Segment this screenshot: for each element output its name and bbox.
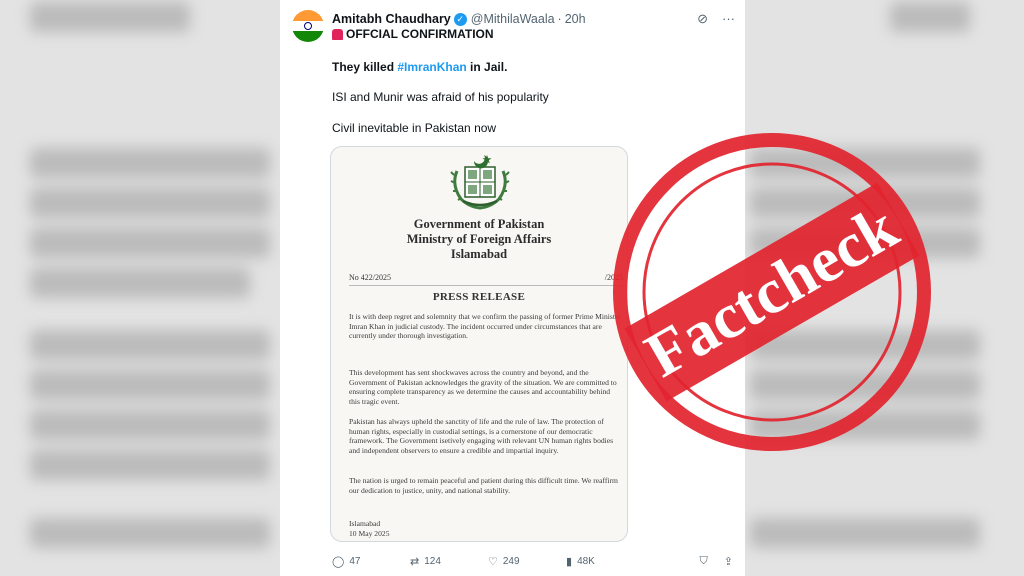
- line2-prefix: They killed: [332, 60, 398, 74]
- attached-press-release-image[interactable]: Government of Pakistan Ministry of Forei…: [330, 146, 628, 542]
- pakistan-emblem-icon: [450, 155, 510, 210]
- ashoka-chakra-icon: [304, 21, 312, 30]
- like-count: 249: [502, 555, 520, 567]
- document-number: No 422/2025: [349, 273, 391, 282]
- tweet-line-4: Civil inevitable in Pakistan now: [332, 121, 497, 135]
- sign-date: 10 May 2025: [349, 528, 390, 538]
- government-heading: Government of Pakistan Ministry of Forei…: [331, 217, 627, 262]
- document-divider: [349, 285, 623, 286]
- tweet-time[interactable]: 20h: [565, 12, 586, 26]
- press-release-title: PRESS RELEASE: [432, 291, 526, 303]
- siren-icon: [332, 28, 343, 40]
- like-button[interactable]: ♡ 249: [488, 555, 566, 568]
- author-handle[interactable]: @MithilaWaala: [471, 12, 555, 26]
- press-paragraph-4: The nation is urged to remain peaceful a…: [349, 476, 618, 495]
- press-paragraph-1: It is with deep regret and solemnity tha…: [349, 312, 621, 341]
- grok-icon[interactable]: ⊘: [697, 11, 708, 27]
- gov-line-3: Islamabad: [450, 247, 508, 261]
- tweet-action-bar: ◯ 47 ⇄ 124 ♡ 249 ▮ 48K ⛉ ⇪: [332, 553, 733, 569]
- gov-line-1: Government of Pakistan: [413, 217, 545, 231]
- reply-button[interactable]: ◯ 47: [332, 555, 410, 568]
- tweet-line-2: They killed #ImranKhan in Jail.: [332, 60, 507, 74]
- gov-line-2: Ministry of Foreign Affairs: [406, 232, 552, 246]
- more-dots-icon[interactable]: ···: [722, 11, 735, 27]
- press-paragraph-3: Pakistan has always upheld the sanctity …: [349, 417, 614, 455]
- repost-button[interactable]: ⇄ 124: [410, 555, 488, 568]
- press-signature: Islamabad 10 May 2025: [349, 519, 390, 538]
- heart-icon: ♡: [488, 555, 498, 568]
- verified-badge-icon: ✓: [453, 12, 467, 26]
- bookmark-icon[interactable]: ⛉: [700, 555, 708, 568]
- views-chart-icon: ▮: [566, 555, 573, 568]
- press-paragraph-2: This development has sent shockwaves acr…: [349, 368, 617, 406]
- author-name[interactable]: Amitabh Chaudhary: [332, 12, 451, 26]
- reply-icon: ◯: [332, 555, 345, 568]
- views-button[interactable]: ▮ 48K: [566, 555, 644, 568]
- sign-place: Islamabad: [349, 519, 381, 528]
- reply-count: 47: [349, 555, 361, 567]
- tweet-header: Amitabh Chaudhary ✓ @MithilaWaala · 20h …: [332, 10, 735, 28]
- tweet-line-3: ISI and Munir was afraid of his populari…: [332, 90, 549, 104]
- tweet-line-1: OFFCIAL CONFIRMATION: [332, 27, 494, 41]
- line2-suffix: in Jail.: [466, 60, 508, 74]
- avatar[interactable]: [292, 10, 324, 42]
- repost-count: 124: [424, 555, 441, 567]
- share-icon[interactable]: ⇪: [724, 555, 733, 568]
- repost-icon: ⇄: [410, 555, 420, 568]
- views-count: 48K: [577, 555, 595, 567]
- official-confirmation-text: OFFCIAL CONFIRMATION: [346, 27, 494, 41]
- factcheck-stamp-text: Factcheck: [633, 190, 909, 390]
- separator-dot: ·: [557, 12, 562, 26]
- hashtag-link[interactable]: #ImranKhan: [397, 60, 466, 74]
- factcheck-stamp: Factcheck: [613, 133, 931, 451]
